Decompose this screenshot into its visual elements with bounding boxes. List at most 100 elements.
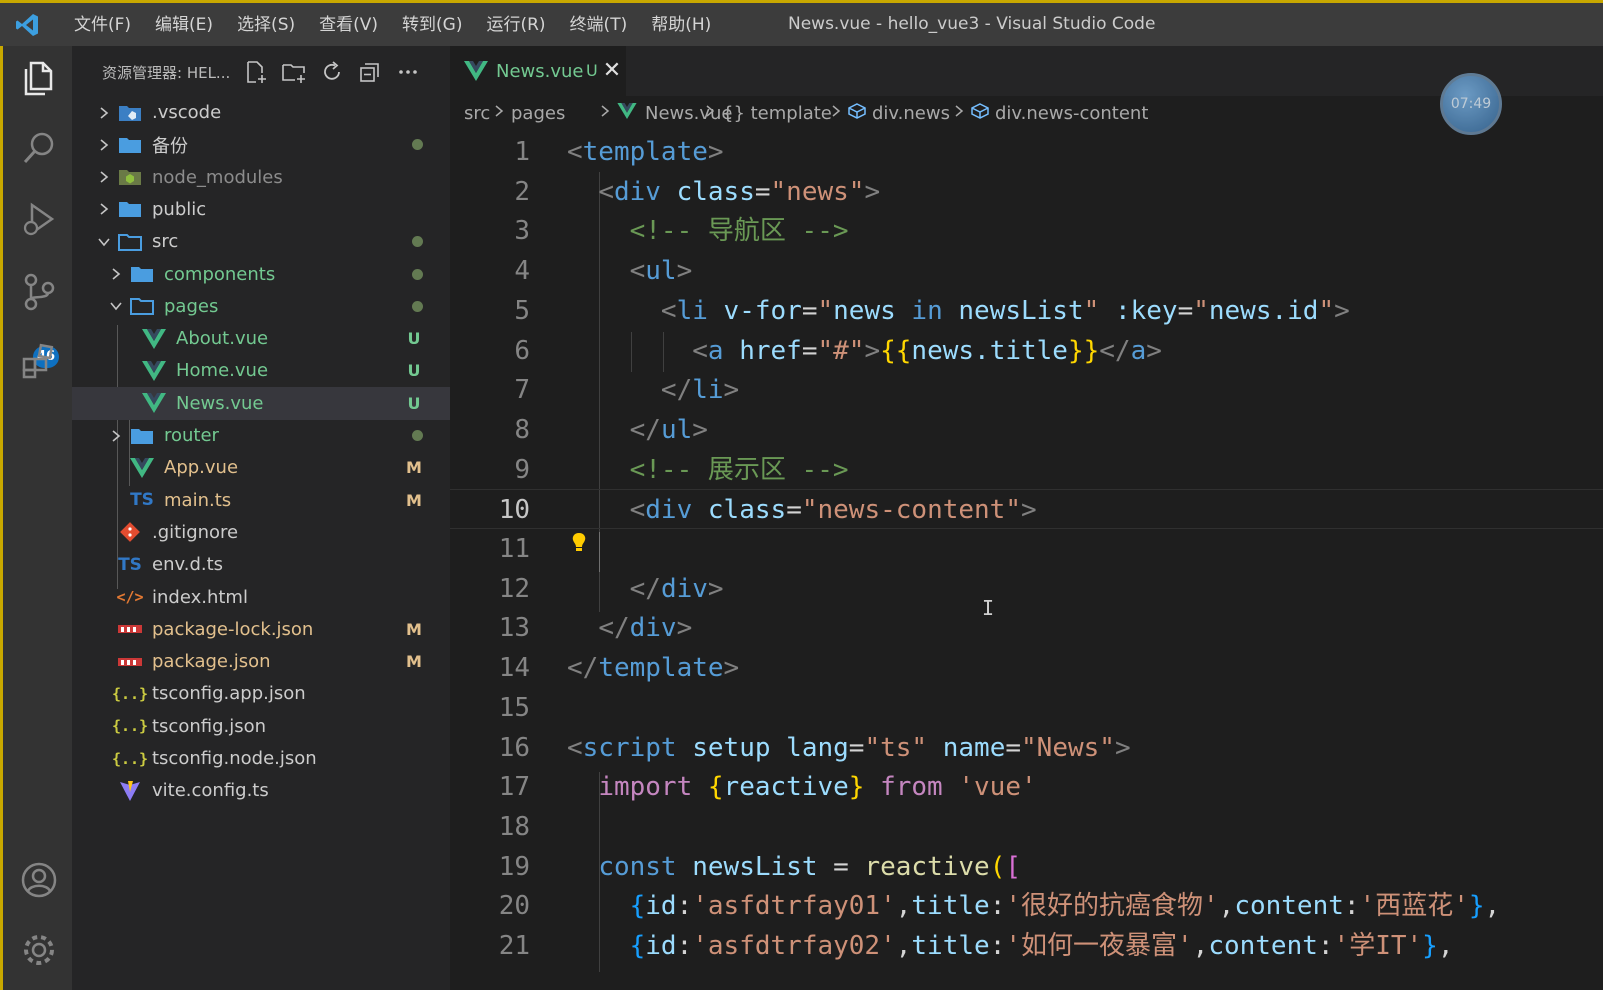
- tab-news-vue[interactable]: News.vue U ✕: [450, 46, 626, 96]
- tree-item-label: tsconfig.node.json: [152, 748, 317, 769]
- line-number: 21: [498, 931, 530, 961]
- chevron-right-icon[interactable]: [96, 105, 112, 121]
- code-text: <div class="news-content">: [629, 495, 1037, 526]
- activity-bar: 46: [0, 46, 72, 990]
- source-control-icon[interactable]: [17, 270, 61, 314]
- tree-file-row[interactable]: Home.vue U: [72, 354, 450, 387]
- code-text: <!-- 展示区 -->: [629, 454, 849, 485]
- code-line[interactable]: 18: [450, 807, 1603, 847]
- chevron-right-icon[interactable]: [96, 169, 112, 185]
- more-actions-icon[interactable]: [394, 58, 422, 86]
- tree-file-row[interactable]: .gitignore: [72, 516, 450, 549]
- tree-file-row[interactable]: vite.config.ts: [72, 774, 450, 807]
- tree-folder-row[interactable]: public: [72, 193, 450, 226]
- code-line[interactable]: 6 <a href="#">{{news.title}}</a>: [450, 331, 1603, 371]
- tree-file-row[interactable]: package.json M: [72, 645, 450, 678]
- breadcrumb-item[interactable]: div.news-content: [971, 103, 1148, 124]
- menu-item[interactable]: 终端(T): [558, 5, 640, 45]
- explorer-icon[interactable]: [17, 56, 61, 100]
- tree-folder-row[interactable]: src: [72, 225, 450, 258]
- run-debug-icon[interactable]: [17, 198, 61, 242]
- tab-close-icon[interactable]: ✕: [600, 57, 624, 85]
- tree-folder-row[interactable]: pages: [72, 290, 450, 323]
- code-line[interactable]: 2 <div class="news">: [450, 172, 1603, 212]
- menu-item[interactable]: 文件(F): [62, 5, 143, 45]
- tree-folder-row[interactable]: router: [72, 419, 450, 452]
- chevron-down-icon[interactable]: [108, 298, 124, 314]
- breadcrumb-item[interactable]: {} template: [722, 103, 832, 124]
- tree-item-label: About.vue: [176, 328, 269, 350]
- tree-folder-row[interactable]: node_modules: [72, 161, 450, 194]
- menu-bar: 文件(F) 编辑(E) 选择(S) 查看(V) 转到(G) 运行(R) 终端(T) 帮助(H): [62, 5, 723, 45]
- element-cube-icon: [971, 103, 989, 124]
- code-line[interactable]: 8 </ul>: [450, 410, 1603, 450]
- code-line[interactable]: 1 <template>: [450, 132, 1603, 172]
- chevron-down-icon[interactable]: [96, 234, 112, 250]
- code-line[interactable]: 10 <div class="news-content">: [450, 489, 1603, 530]
- modified-dot-icon: [412, 300, 423, 312]
- code-line[interactable]: 16 <script setup lang="ts" name="News">: [450, 728, 1603, 768]
- tree-file-row[interactable]: {..} tsconfig.json: [72, 710, 450, 743]
- tree-file-row[interactable]: App.vue M: [72, 451, 450, 484]
- menu-item[interactable]: 转到(G): [390, 5, 474, 45]
- breadcrumb-item[interactable]: pages: [511, 103, 565, 124]
- tree-file-row[interactable]: TS env.d.ts: [72, 548, 450, 581]
- chevron-right-icon[interactable]: [96, 137, 112, 153]
- tree-file-row[interactable]: package-lock.json M: [72, 613, 450, 646]
- tree-folder-row[interactable]: components: [72, 258, 450, 291]
- chevron-right-icon[interactable]: [108, 266, 124, 282]
- modified-dot-icon: [412, 139, 423, 151]
- menu-item[interactable]: 编辑(E): [143, 5, 225, 45]
- tree-file-row[interactable]: {..} tsconfig.node.json: [72, 742, 450, 775]
- breadcrumb-item[interactable]: div.news: [848, 103, 950, 124]
- code-line[interactable]: 5 <li v-for="news in newsList" :key="new…: [450, 291, 1603, 331]
- menu-item[interactable]: 查看(V): [307, 5, 390, 45]
- tree-file-row[interactable]: {..} tsconfig.app.json: [72, 677, 450, 710]
- tree-file-row[interactable]: TS main.ts M: [72, 484, 450, 517]
- code-line[interactable]: 19 const newsList = reactive([: [450, 847, 1603, 887]
- code-line[interactable]: 17 import {reactive} from 'vue': [450, 767, 1603, 807]
- code-line[interactable]: 20 {id:'asfdtrfay01',title:'很好的抗癌食物',con…: [450, 886, 1603, 926]
- window-title: News.vue - hello_vue3 - Visual Studio Co…: [788, 14, 1156, 34]
- new-file-icon[interactable]: [242, 58, 270, 86]
- breadcrumb-item[interactable]: src: [464, 103, 490, 124]
- refresh-icon[interactable]: [318, 58, 346, 86]
- chevron-right-icon[interactable]: [96, 201, 112, 217]
- code-line[interactable]: 7 </li>: [450, 370, 1603, 410]
- new-folder-icon[interactable]: [280, 58, 308, 86]
- settings-gear-icon[interactable]: [17, 928, 61, 972]
- git-status-badge: U: [407, 329, 421, 349]
- menu-item[interactable]: 选择(S): [225, 5, 307, 45]
- tree-folder-row[interactable]: 备份: [72, 128, 450, 161]
- tree-folder-row[interactable]: .vscode: [72, 96, 450, 129]
- code-text: {id:'asfdtrfay02',title:'如何一夜暴富',content…: [629, 931, 1454, 961]
- modified-dot-icon: [412, 430, 423, 441]
- modified-dot-icon: [412, 268, 423, 280]
- chevron-right-icon[interactable]: [108, 428, 124, 444]
- code-line[interactable]: 4 <ul>: [450, 251, 1603, 291]
- code-line[interactable]: 14 </template>: [450, 648, 1603, 688]
- tree-item-label: public: [152, 198, 207, 220]
- code-line[interactable]: 15: [450, 688, 1603, 728]
- tree-item-label: main.ts: [164, 489, 232, 511]
- modified-dot-icon: [412, 236, 423, 248]
- tree-file-row[interactable]: </> index.html: [72, 581, 450, 614]
- search-icon[interactable]: [17, 126, 61, 170]
- git-status-badge: M: [406, 458, 422, 478]
- tree-file-row[interactable]: About.vue U: [72, 322, 450, 355]
- code-line[interactable]: 9 <!-- 展示区 -->: [450, 450, 1603, 490]
- recording-timer: 07:49: [1440, 73, 1502, 135]
- code-line[interactable]: 12 </div>: [450, 569, 1603, 609]
- collapse-all-icon[interactable]: [356, 58, 384, 86]
- code-line[interactable]: 13 </div>: [450, 608, 1603, 648]
- code-line[interactable]: 21 {id:'asfdtrfay02',title:'如何一夜暴富',cont…: [450, 926, 1603, 966]
- menu-item[interactable]: 帮助(H): [639, 5, 723, 45]
- code-line[interactable]: 11: [450, 529, 1603, 569]
- accounts-icon[interactable]: [17, 858, 61, 902]
- breadcrumb-label: pages: [511, 103, 566, 124]
- code-line[interactable]: 3 <!-- 导航区 -->: [450, 211, 1603, 251]
- json-icon: {..}: [111, 717, 149, 736]
- menu-item[interactable]: 运行(R): [474, 5, 557, 45]
- extensions-icon[interactable]: [17, 340, 61, 384]
- tree-file-row[interactable]: News.vue U: [72, 386, 450, 420]
